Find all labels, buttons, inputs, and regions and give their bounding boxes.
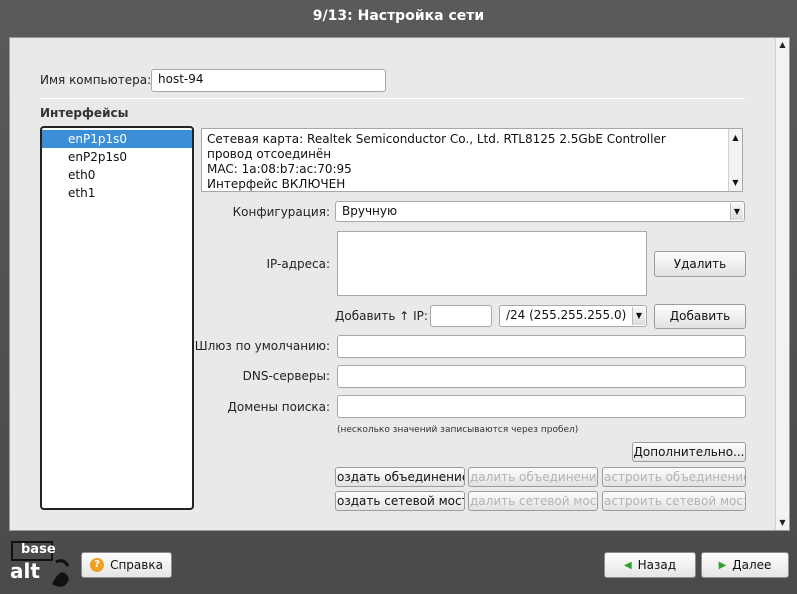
back-button-label: Назад	[637, 558, 677, 572]
hostname-label: Имя компьютера:	[40, 73, 152, 87]
create-bond-button[interactable]: оздать объединение.	[335, 467, 465, 487]
add-ip-label: Добавить ↑ IP:	[335, 309, 428, 323]
divider	[40, 98, 745, 99]
configure-bridge-button[interactable]: астроить сетевой мост	[602, 491, 746, 511]
scroll-up-icon[interactable]: ▲	[729, 130, 742, 145]
hint-text: (несколько значений записываются через п…	[337, 425, 579, 435]
interfaces-list[interactable]: enP1p1s0 enP2p1s0 eth0 eth1	[40, 126, 194, 510]
info-line: Интерфейс ВКЛЮЧЕН	[207, 177, 346, 191]
logo-text-base: base	[21, 542, 56, 557]
delete-ip-button[interactable]: Удалить	[654, 251, 746, 277]
panel-scrollbar[interactable]: ▲ ▼	[775, 38, 789, 530]
info-line: MAC: 1a:08:b7:ac:70:95	[207, 162, 352, 176]
advanced-button[interactable]: Дополнительно...	[632, 442, 746, 462]
gateway-label: Шлюз по умолчанию:	[194, 339, 330, 353]
help-button-label: Справка	[110, 558, 163, 572]
interface-item[interactable]: eth0	[42, 166, 192, 184]
ip-label: IP-адреса:	[266, 257, 331, 271]
add-ip-input[interactable]	[430, 305, 492, 327]
chevron-down-icon: ▼	[632, 307, 645, 325]
delete-bond-button[interactable]: далить объединение	[468, 467, 598, 487]
interfaces-title: Интерфейсы	[40, 106, 129, 120]
logo-text-alt: alt	[10, 559, 40, 583]
config-value: Вручную	[342, 204, 398, 218]
next-button[interactable]: ▶ Далее	[701, 552, 789, 578]
gateway-input[interactable]	[337, 335, 746, 358]
chevron-left-icon: ◀	[623, 559, 632, 571]
scroll-up-icon[interactable]: ▲	[776, 38, 789, 52]
interface-item[interactable]: enP2p1s0	[42, 148, 192, 166]
help-button[interactable]: ? Справка	[81, 552, 172, 578]
info-line: провод отсоединён	[207, 147, 332, 161]
hostname-input[interactable]: host-94	[151, 69, 386, 92]
add-ip-button[interactable]: Добавить	[654, 304, 746, 329]
delete-bridge-button[interactable]: далить сетевой мост	[468, 491, 598, 511]
config-label: Конфигурация:	[232, 205, 330, 219]
basealt-logo: base alt	[8, 540, 76, 590]
scroll-down-icon[interactable]: ▼	[729, 175, 742, 190]
next-button-label: Далее	[732, 558, 772, 572]
interface-item[interactable]: eth1	[42, 184, 192, 202]
configure-bond-button[interactable]: астроить объединение	[602, 467, 746, 487]
mask-value: /24 (255.255.255.0)	[506, 308, 627, 322]
domains-input[interactable]	[337, 395, 746, 418]
config-select[interactable]: Вручную ▼	[335, 201, 745, 222]
dns-input[interactable]	[337, 365, 746, 388]
info-line: Сетевая карта: Realtek Semiconductor Co.…	[207, 132, 666, 146]
info-scrollbar[interactable]: ▲ ▼	[728, 129, 742, 191]
back-button[interactable]: ◀ Назад	[604, 552, 696, 578]
interface-item[interactable]: enP1p1s0	[42, 130, 192, 148]
chevron-down-icon: ▼	[730, 203, 743, 220]
scroll-down-icon[interactable]: ▼	[776, 516, 789, 530]
settings-panel: ▲ ▼ Имя компьютера: host-94 Интерфейсы e…	[9, 37, 790, 531]
dns-label: DNS-серверы:	[242, 369, 330, 383]
interface-info: Сетевая карта: Realtek Semiconductor Co.…	[201, 128, 743, 192]
mask-select[interactable]: /24 (255.255.255.0) ▼	[499, 305, 647, 327]
ip-list[interactable]	[337, 231, 647, 296]
domains-label: Домены поиска:	[227, 400, 330, 414]
chevron-right-icon: ▶	[718, 559, 727, 571]
window-title: 9/13: Настройка сети	[312, 8, 485, 24]
create-bridge-button[interactable]: оздать сетевой мост.	[335, 491, 465, 511]
help-icon: ?	[90, 558, 105, 572]
